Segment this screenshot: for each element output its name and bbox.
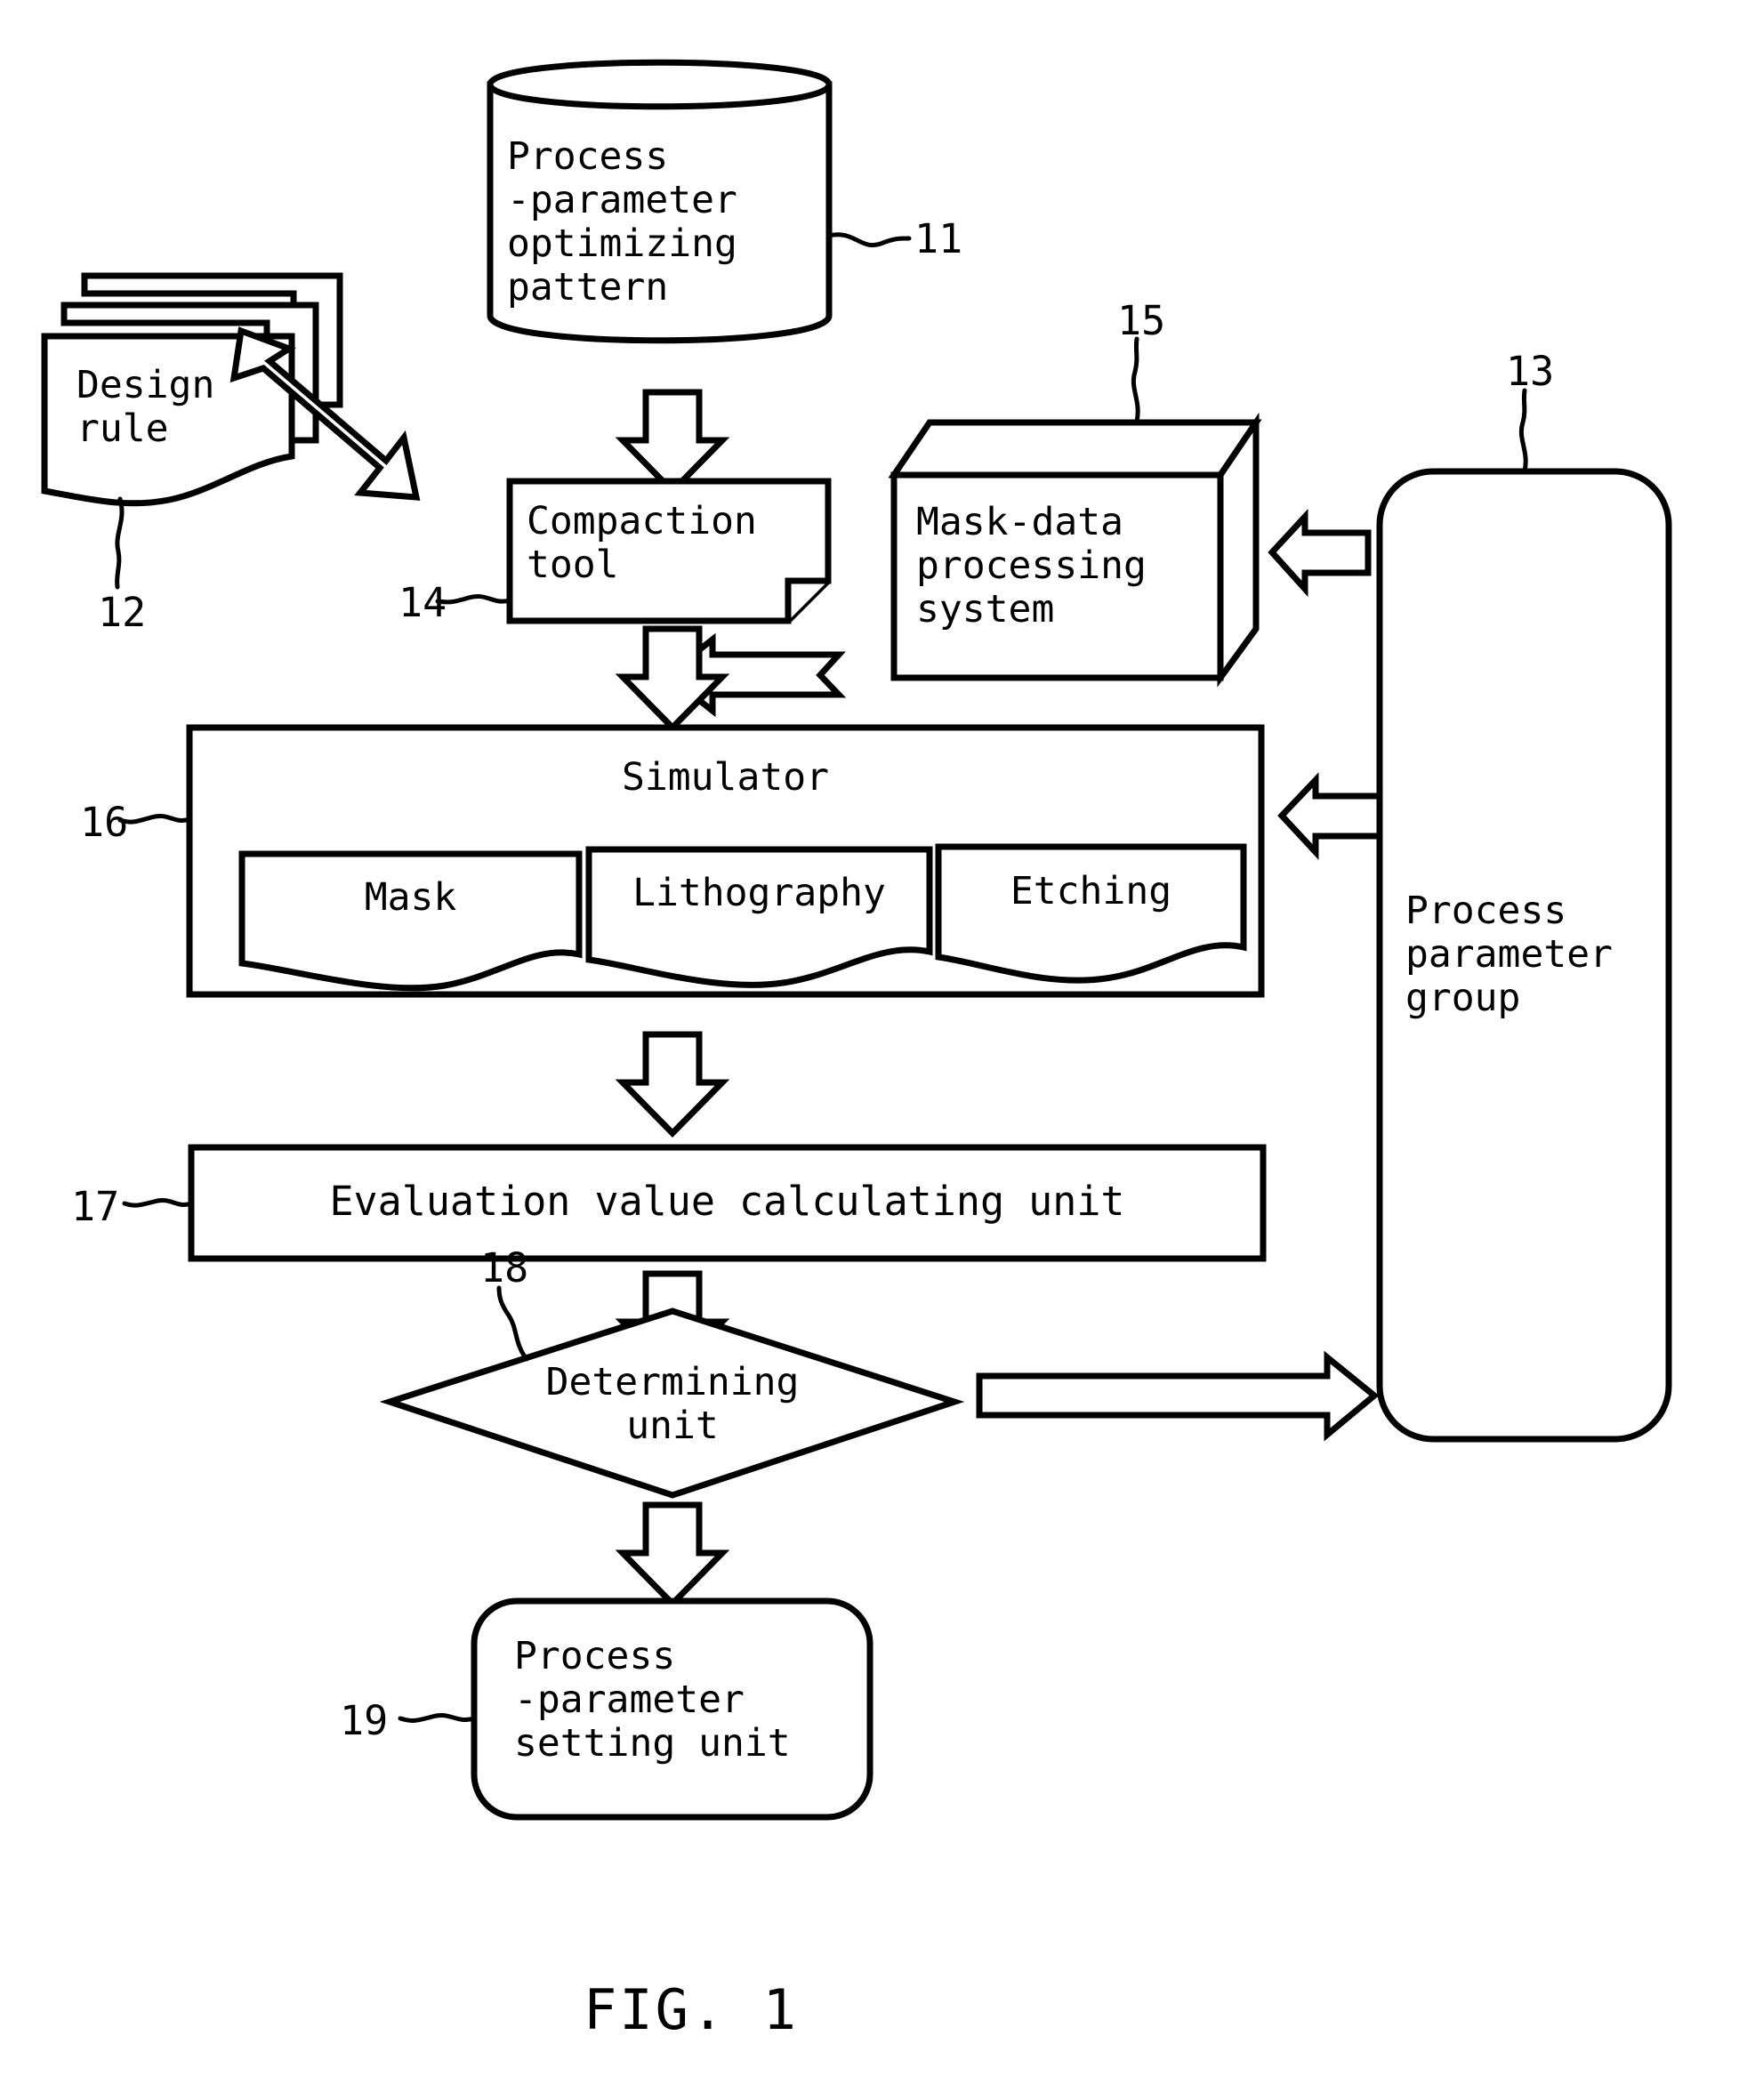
arrow-determining-to-paramgroup [976, 1350, 1380, 1442]
ref-number-13: 13 [1506, 348, 1555, 395]
node-process-parameter-group-label: Process parameter group [1405, 889, 1613, 1021]
ref-number-17: 17 [71, 1183, 120, 1230]
node-setting-unit-label: Process -parameter setting unit [514, 1634, 791, 1766]
ref-number-11: 11 [914, 215, 963, 262]
ref-number-15: 15 [1117, 297, 1166, 344]
figure-caption: FIG. 1 [584, 1977, 799, 2042]
ref-number-19: 19 [340, 1697, 389, 1744]
patent-figure: Process -parameter optimizing pattern 11 De… [0, 0, 1755, 2100]
ref-number-14: 14 [398, 579, 447, 626]
arrow-paramgroup-to-simulator [1277, 772, 1383, 860]
leader-11 [826, 232, 912, 248]
ref-number-16: 16 [80, 799, 129, 846]
node-evaluation-unit-label: Evaluation value calculating unit [329, 1178, 1125, 1225]
node-simulator-child-lithography-label: Lithography [632, 871, 886, 915]
node-simulator-child-etching-label: Etching [1010, 869, 1172, 913]
node-simulator-child-mask-label: Mask [364, 875, 457, 920]
arrow-determining-to-setting [615, 1501, 730, 1608]
node-mask-data-system-label: Mask-data processing system [916, 500, 1147, 632]
node-optimizing-pattern-label: Process -parameter optimizing pattern [507, 134, 737, 310]
arrow-simulator-to-evaluation [615, 1031, 730, 1138]
arrow-paramgroup-to-maskdata [1268, 509, 1372, 598]
leader-19 [398, 1713, 477, 1723]
leader-12 [115, 496, 125, 590]
node-compaction-tool-label: Compaction tool [527, 499, 757, 588]
arrow-pattern-to-compaction [615, 389, 730, 495]
leader-16 [117, 814, 192, 825]
leader-18 [496, 1285, 529, 1362]
ref-number-12: 12 [98, 589, 147, 636]
node-determining-unit-label: Determining unit [545, 1360, 800, 1449]
leader-13 [1518, 388, 1528, 474]
leader-17 [122, 1198, 194, 1208]
leader-14 [435, 594, 512, 605]
node-design-rule-label: Design rule [76, 363, 215, 452]
node-simulator-title: Simulator [622, 755, 829, 800]
diagram-canvas [41, 59, 1672, 1821]
leader-15 [1131, 336, 1140, 424]
ref-number-18: 18 [480, 1244, 529, 1291]
